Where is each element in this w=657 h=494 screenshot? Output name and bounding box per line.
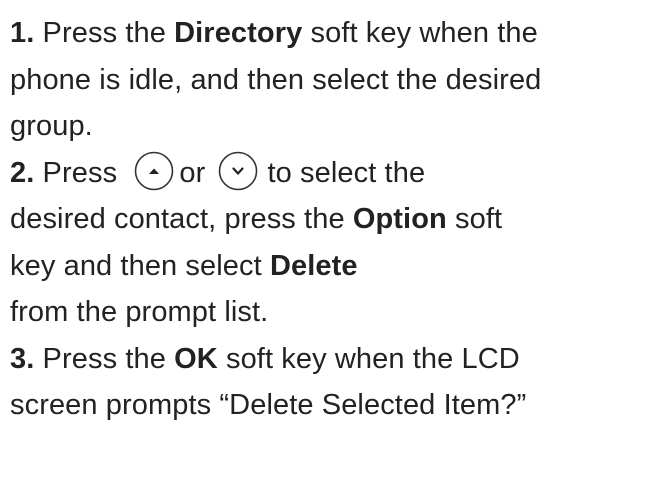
step-2-line-4: from the prompt list. xyxy=(10,296,269,328)
directory-soft-key-label: Directory xyxy=(174,17,303,49)
step-2-text-post: to select the xyxy=(267,156,426,189)
step-3-line-2: screen prompts “Delete Selected Item?” xyxy=(10,389,527,421)
step-2-line-2: desired contact, press the Option soft xyxy=(10,196,657,243)
step-1-text-pre: Press the xyxy=(34,17,175,49)
step-2-line-2-post: soft xyxy=(446,203,503,235)
step-1-line-2: phone is idle, and then select the desir… xyxy=(10,63,542,96)
step-2-text-pre: Press xyxy=(34,156,126,189)
step-3-text-post: soft key when the LCD xyxy=(217,342,520,375)
option-soft-key-label: Option xyxy=(352,203,447,235)
step-3-text-pre: Press the xyxy=(34,342,175,375)
step-2-line-2-pre: desired contact, press the xyxy=(10,203,353,235)
step-2-line-3: key and then select Delete xyxy=(10,243,657,290)
step-2-number: 2. xyxy=(10,156,35,189)
step-1-number: 1. xyxy=(10,17,35,49)
step-1-line-3: group. xyxy=(10,110,93,142)
up-arrow-key-icon xyxy=(125,149,179,193)
step-3-number: 3. xyxy=(10,342,35,375)
step-3-line-1: 3. Press the OK soft key when the LCD xyxy=(10,336,657,383)
step-1-text-post: soft key when the xyxy=(302,17,538,49)
step-2-line-3-pre: key and then select xyxy=(10,249,270,282)
step-2-text-or: or xyxy=(179,156,214,189)
down-arrow-key-icon xyxy=(214,149,268,193)
step-2-line-1: 2. Press or to select the xyxy=(10,150,657,197)
instruction-document: 1. Press the Directory soft key when the… xyxy=(0,0,657,494)
step-1-line-1: 1. Press the Directory soft key when the xyxy=(10,10,657,57)
ok-soft-key-label: OK xyxy=(174,342,218,375)
delete-option-label: Delete xyxy=(269,249,358,282)
